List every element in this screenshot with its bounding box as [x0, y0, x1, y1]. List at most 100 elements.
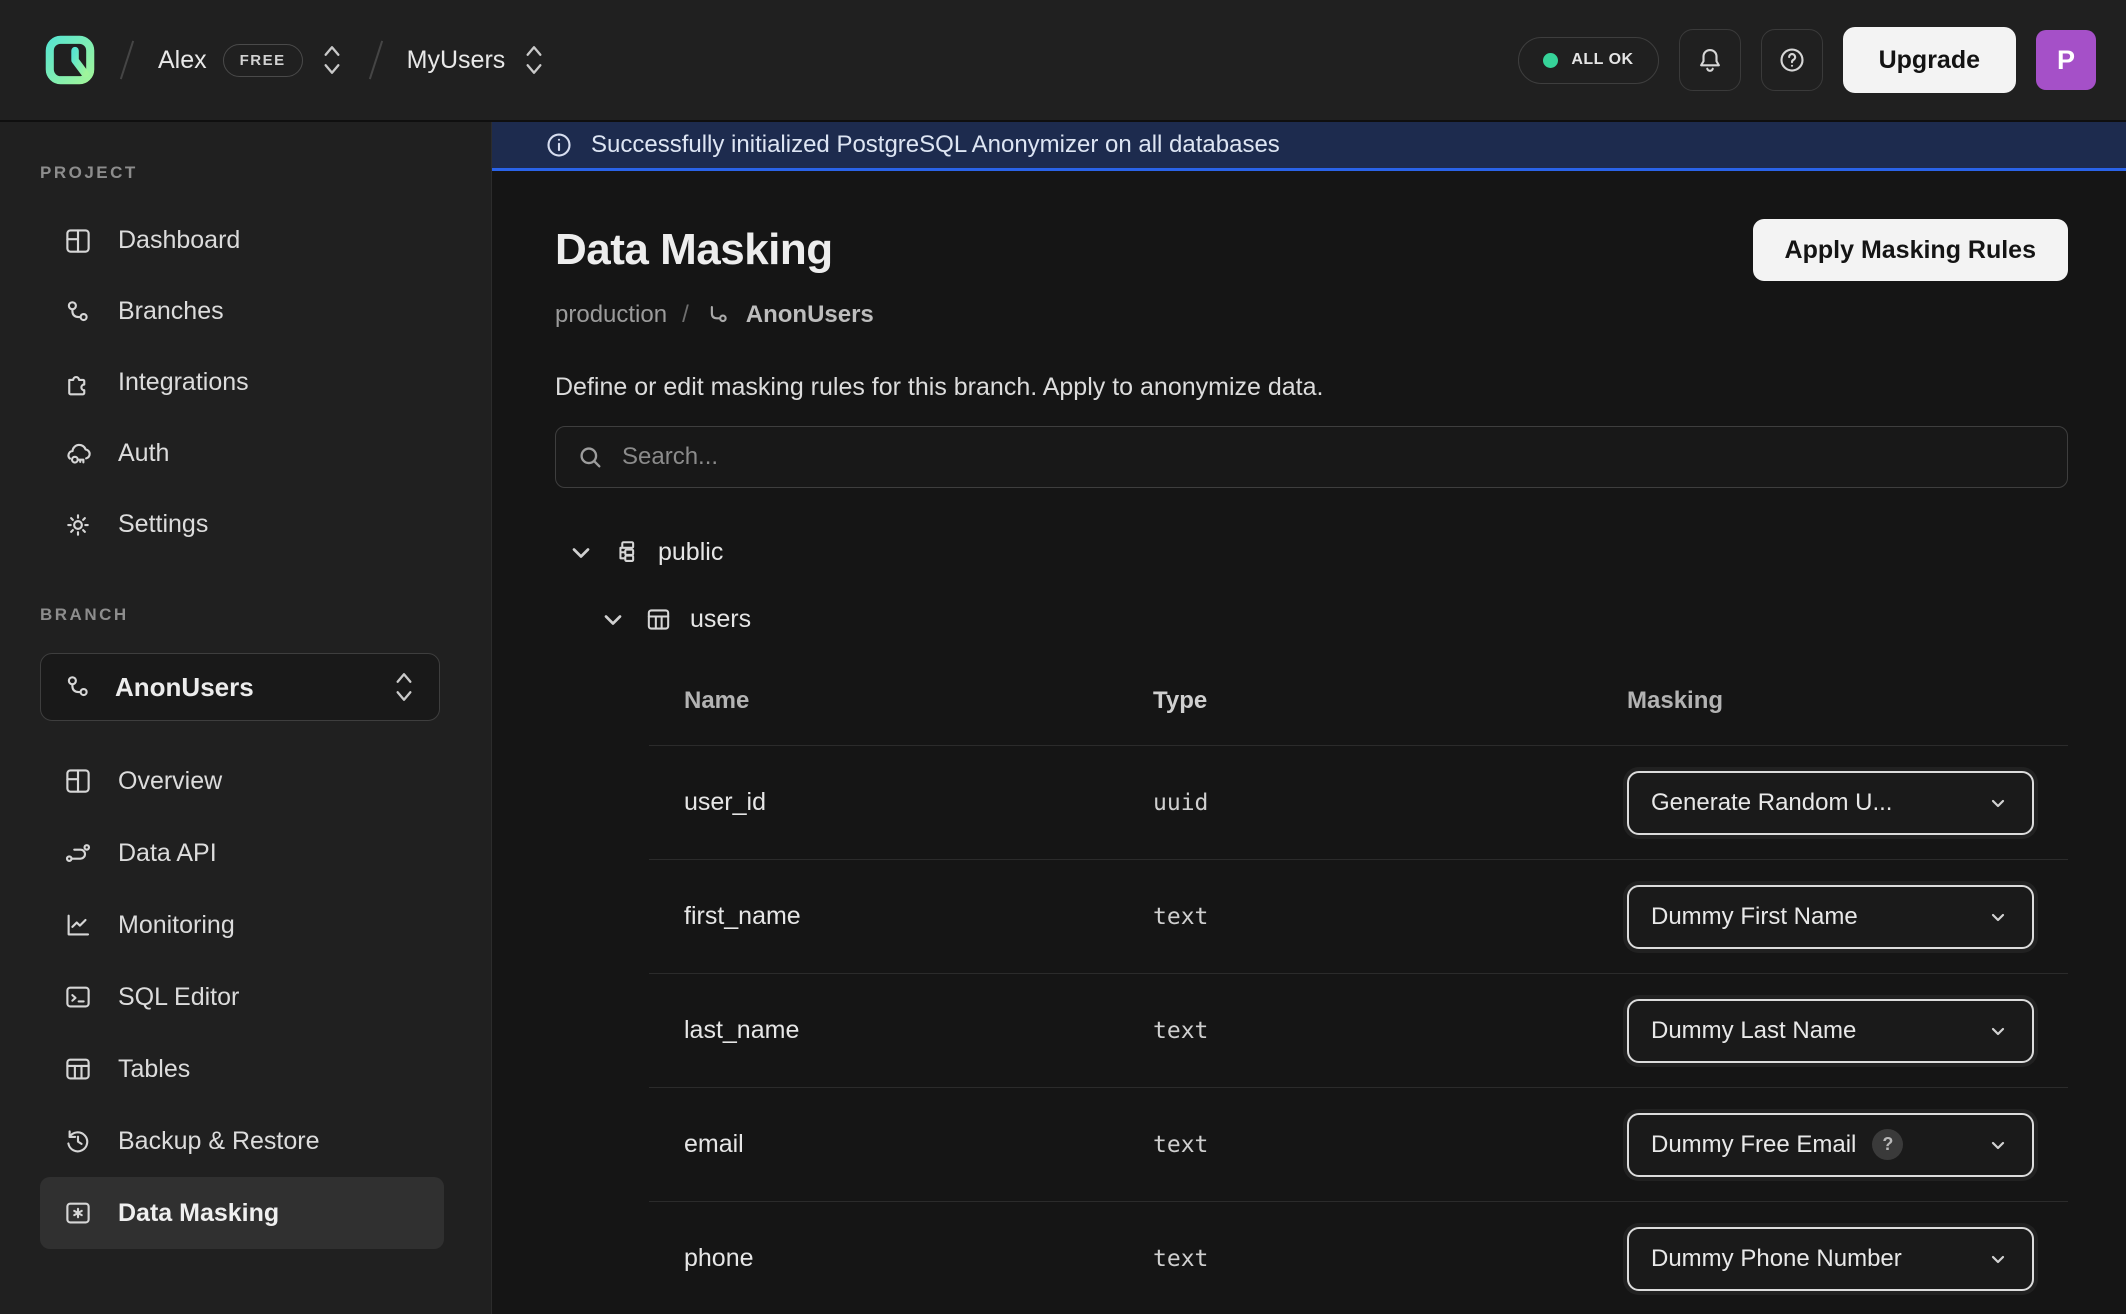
masking-select-value: Dummy Free Email — [1651, 1131, 1856, 1159]
column-name: phone — [649, 1244, 1153, 1273]
table-icon — [63, 1054, 93, 1084]
chart-line-icon — [63, 910, 93, 940]
column-header-name: Name — [649, 687, 1153, 715]
sidebar-item-label: Branches — [118, 297, 224, 326]
sidebar-item-monitoring[interactable]: Monitoring — [40, 889, 444, 961]
chevron-down-icon — [567, 539, 595, 567]
sidebar-item-branches[interactable]: Branches — [40, 276, 444, 347]
table-collapse-toggle[interactable] — [599, 606, 627, 634]
sidebar-item-tables[interactable]: Tables — [40, 1033, 444, 1105]
sidebar-item-label: Data Masking — [118, 1199, 279, 1228]
page-description: Define or edit masking rules for this br… — [555, 373, 2068, 402]
branch-section-label: BRANCH — [40, 605, 491, 625]
search-box — [555, 426, 2068, 488]
masking-select[interactable]: Dummy Free Email ? — [1627, 1113, 2034, 1177]
sidebar-item-label: Overview — [118, 767, 222, 796]
masking-select[interactable]: Dummy First Name — [1627, 885, 2034, 949]
masking-select[interactable]: Generate Random U... — [1627, 771, 2034, 835]
status-badge[interactable]: ALL OK — [1518, 37, 1658, 84]
column-name: last_name — [649, 1016, 1153, 1045]
sidebar-item-label: Monitoring — [118, 911, 235, 940]
search-input[interactable] — [622, 443, 2047, 471]
sidebar-item-label: SQL Editor — [118, 983, 239, 1012]
table-row: user_id uuid Generate Random U... — [649, 746, 2068, 860]
sidebar-item-overview[interactable]: Overview — [40, 745, 444, 817]
avatar[interactable]: P — [2036, 30, 2096, 90]
sidebar-item-integrations[interactable]: Integrations — [40, 347, 444, 418]
sidebar-item-label: Backup & Restore — [118, 1127, 320, 1156]
breadcrumb-current[interactable]: AnonUsers — [746, 301, 874, 329]
sidebar-item-label: Integrations — [118, 368, 249, 397]
puzzle-icon — [63, 368, 93, 398]
route-icon — [63, 838, 93, 868]
status-dot-icon — [1543, 53, 1558, 68]
masking-select[interactable]: Dummy Phone Number — [1627, 1227, 2034, 1291]
chevron-down-icon — [1986, 791, 2010, 815]
sidebar-item-label: Settings — [118, 510, 208, 539]
chevron-down-icon — [1986, 1019, 2010, 1043]
neon-logo-icon[interactable] — [44, 34, 96, 86]
table-row: last_name text Dummy Last Name — [649, 974, 2068, 1088]
git-branch-icon — [63, 672, 93, 702]
masking-select[interactable]: Dummy Last Name — [1627, 999, 2034, 1063]
banner-message: Successfully initialized PostgreSQL Anon… — [591, 131, 1280, 159]
masking-rules-table: Name Type Masking user_id uuid Generate … — [649, 634, 2068, 1314]
page-title: Data Masking — [555, 225, 833, 275]
sidebar-item-data-masking[interactable]: Data Masking — [40, 1177, 444, 1249]
schema-collapse-toggle[interactable] — [567, 539, 595, 567]
sidebar: PROJECT Dashboard Branches Integrations — [0, 122, 492, 1314]
apply-masking-rules-button[interactable]: Apply Masking Rules — [1753, 219, 2068, 281]
chevron-down-icon — [599, 606, 627, 634]
sidebar-item-label: Data API — [118, 839, 217, 868]
terminal-window-icon — [63, 982, 93, 1012]
chevron-down-icon — [1986, 905, 2010, 929]
table-row: phone text Dummy Phone Number — [649, 1202, 2068, 1314]
sidebar-item-label: Tables — [118, 1055, 190, 1084]
chevron-down-icon — [1986, 1133, 2010, 1157]
table-name[interactable]: users — [690, 605, 751, 634]
org-name: Alex — [158, 46, 207, 75]
sidebar-item-auth[interactable]: Auth — [40, 418, 444, 489]
column-type: text — [1153, 1246, 1627, 1272]
schema-name[interactable]: public — [658, 538, 723, 567]
breadcrumb-parent[interactable]: production — [555, 301, 667, 329]
project-switcher[interactable]: MyUsers — [407, 42, 548, 78]
project-nav: Dashboard Branches Integrations Auth — [40, 205, 491, 560]
main-content: Successfully initialized PostgreSQL Anon… — [492, 122, 2126, 1314]
sidebar-item-sql-editor[interactable]: SQL Editor — [40, 961, 444, 1033]
notifications-button[interactable] — [1679, 29, 1741, 91]
masking-select-value: Dummy Last Name — [1651, 1017, 1856, 1045]
sidebar-item-data-api[interactable]: Data API — [40, 817, 444, 889]
upgrade-button[interactable]: Upgrade — [1843, 27, 2016, 93]
project-name: MyUsers — [407, 46, 506, 75]
plan-badge: FREE — [223, 44, 303, 77]
branch-nav: Overview Data API Monitoring SQL Edi — [40, 745, 491, 1249]
masking-select-value: Dummy First Name — [1651, 903, 1858, 931]
success-banner: Successfully initialized PostgreSQL Anon… — [492, 122, 2126, 171]
chevron-down-icon — [1986, 1247, 2010, 1271]
help-button[interactable] — [1761, 29, 1823, 91]
dashboard-grid-icon — [63, 766, 93, 796]
column-type: text — [1153, 1132, 1627, 1158]
chevron-updown-icon — [319, 42, 345, 78]
branch-selected-name: AnonUsers — [115, 672, 254, 703]
table-row: email text Dummy Free Email ? — [649, 1088, 2068, 1202]
sidebar-item-dashboard[interactable]: Dashboard — [40, 205, 444, 276]
org-switcher[interactable]: Alex FREE — [158, 42, 345, 78]
git-branch-icon — [63, 297, 93, 327]
breadcrumb: production / AnonUsers — [555, 301, 2068, 329]
status-label: ALL OK — [1571, 51, 1633, 69]
dashboard-grid-icon — [63, 226, 93, 256]
sidebar-item-settings[interactable]: Settings — [40, 489, 444, 560]
help-badge[interactable]: ? — [1872, 1129, 1903, 1160]
question-circle-icon — [1777, 45, 1807, 75]
topbar: Alex FREE MyUsers ALL OK — [0, 0, 2126, 122]
breadcrumb-slash-icon — [369, 41, 383, 80]
column-header-masking: Masking — [1627, 687, 2068, 715]
chevron-updown-icon — [391, 669, 417, 705]
tree-row-schema: public — [567, 538, 2068, 567]
branch-selector[interactable]: AnonUsers — [40, 653, 440, 721]
gear-icon — [63, 510, 93, 540]
sidebar-item-backup-restore[interactable]: Backup & Restore — [40, 1105, 444, 1177]
schema-icon — [612, 538, 641, 567]
